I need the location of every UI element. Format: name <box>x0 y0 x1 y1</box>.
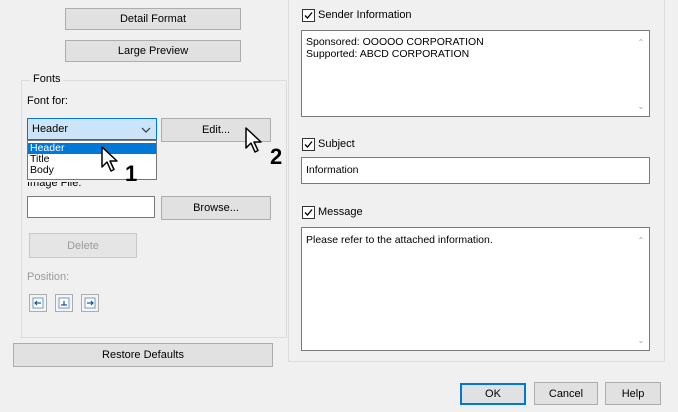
mouse-cursor-icon <box>100 145 120 173</box>
image-file-input[interactable] <box>27 196 155 218</box>
sender-information-checkbox[interactable] <box>302 9 315 22</box>
position-label: Position: <box>27 271 70 283</box>
ok-button[interactable]: OK <box>460 383 526 405</box>
detail-format-button[interactable]: Detail Format <box>65 8 241 30</box>
message-label: Message <box>318 206 363 218</box>
checkmark-icon <box>304 141 313 148</box>
step-1-callout: 1 <box>125 161 138 186</box>
large-preview-button[interactable]: Large Preview <box>65 40 241 62</box>
chevron-down-icon <box>141 125 151 137</box>
align-left-icon <box>32 297 44 309</box>
message-checkbox[interactable] <box>302 206 315 219</box>
help-button[interactable]: Help <box>605 382 661 405</box>
checkmark-icon <box>304 12 313 19</box>
fonts-group-title: Fonts <box>31 73 63 85</box>
align-right-icon <box>84 297 96 309</box>
font-for-dropdown-list: Header Title Body <box>27 140 157 180</box>
step-2-callout: 2 <box>270 144 283 169</box>
subject-label: Subject <box>318 138 355 150</box>
font-for-value: Header <box>32 123 69 135</box>
subject-input[interactable]: Information <box>301 157 650 184</box>
scroll-down-icon[interactable]: ⌄ <box>635 102 647 112</box>
message-textarea[interactable]: Please refer to the attached information… <box>301 227 650 351</box>
cancel-button[interactable]: Cancel <box>534 382 598 405</box>
scroll-up-icon[interactable]: ⌃ <box>635 236 647 246</box>
font-for-select[interactable]: Header <box>27 118 157 140</box>
mouse-cursor-icon <box>244 126 264 154</box>
sender-information-label: Sender Information <box>318 9 412 21</box>
restore-defaults-button[interactable]: Restore Defaults <box>13 343 273 367</box>
font-for-label: Font for: <box>27 95 68 107</box>
align-right-button[interactable] <box>81 294 99 312</box>
scroll-up-icon[interactable]: ⌃ <box>635 38 647 48</box>
align-center-button[interactable] <box>55 294 73 312</box>
delete-button[interactable]: Delete <box>29 233 137 258</box>
browse-button[interactable]: Browse... <box>161 196 271 220</box>
align-left-button[interactable] <box>29 294 47 312</box>
sender-information-textarea[interactable]: Sponsored: OOOOO CORPORATION Supported: … <box>301 30 650 117</box>
checkmark-icon <box>304 209 313 216</box>
scroll-down-icon[interactable]: ⌄ <box>635 336 647 346</box>
subject-checkbox[interactable] <box>302 138 315 151</box>
align-center-icon <box>58 297 70 309</box>
